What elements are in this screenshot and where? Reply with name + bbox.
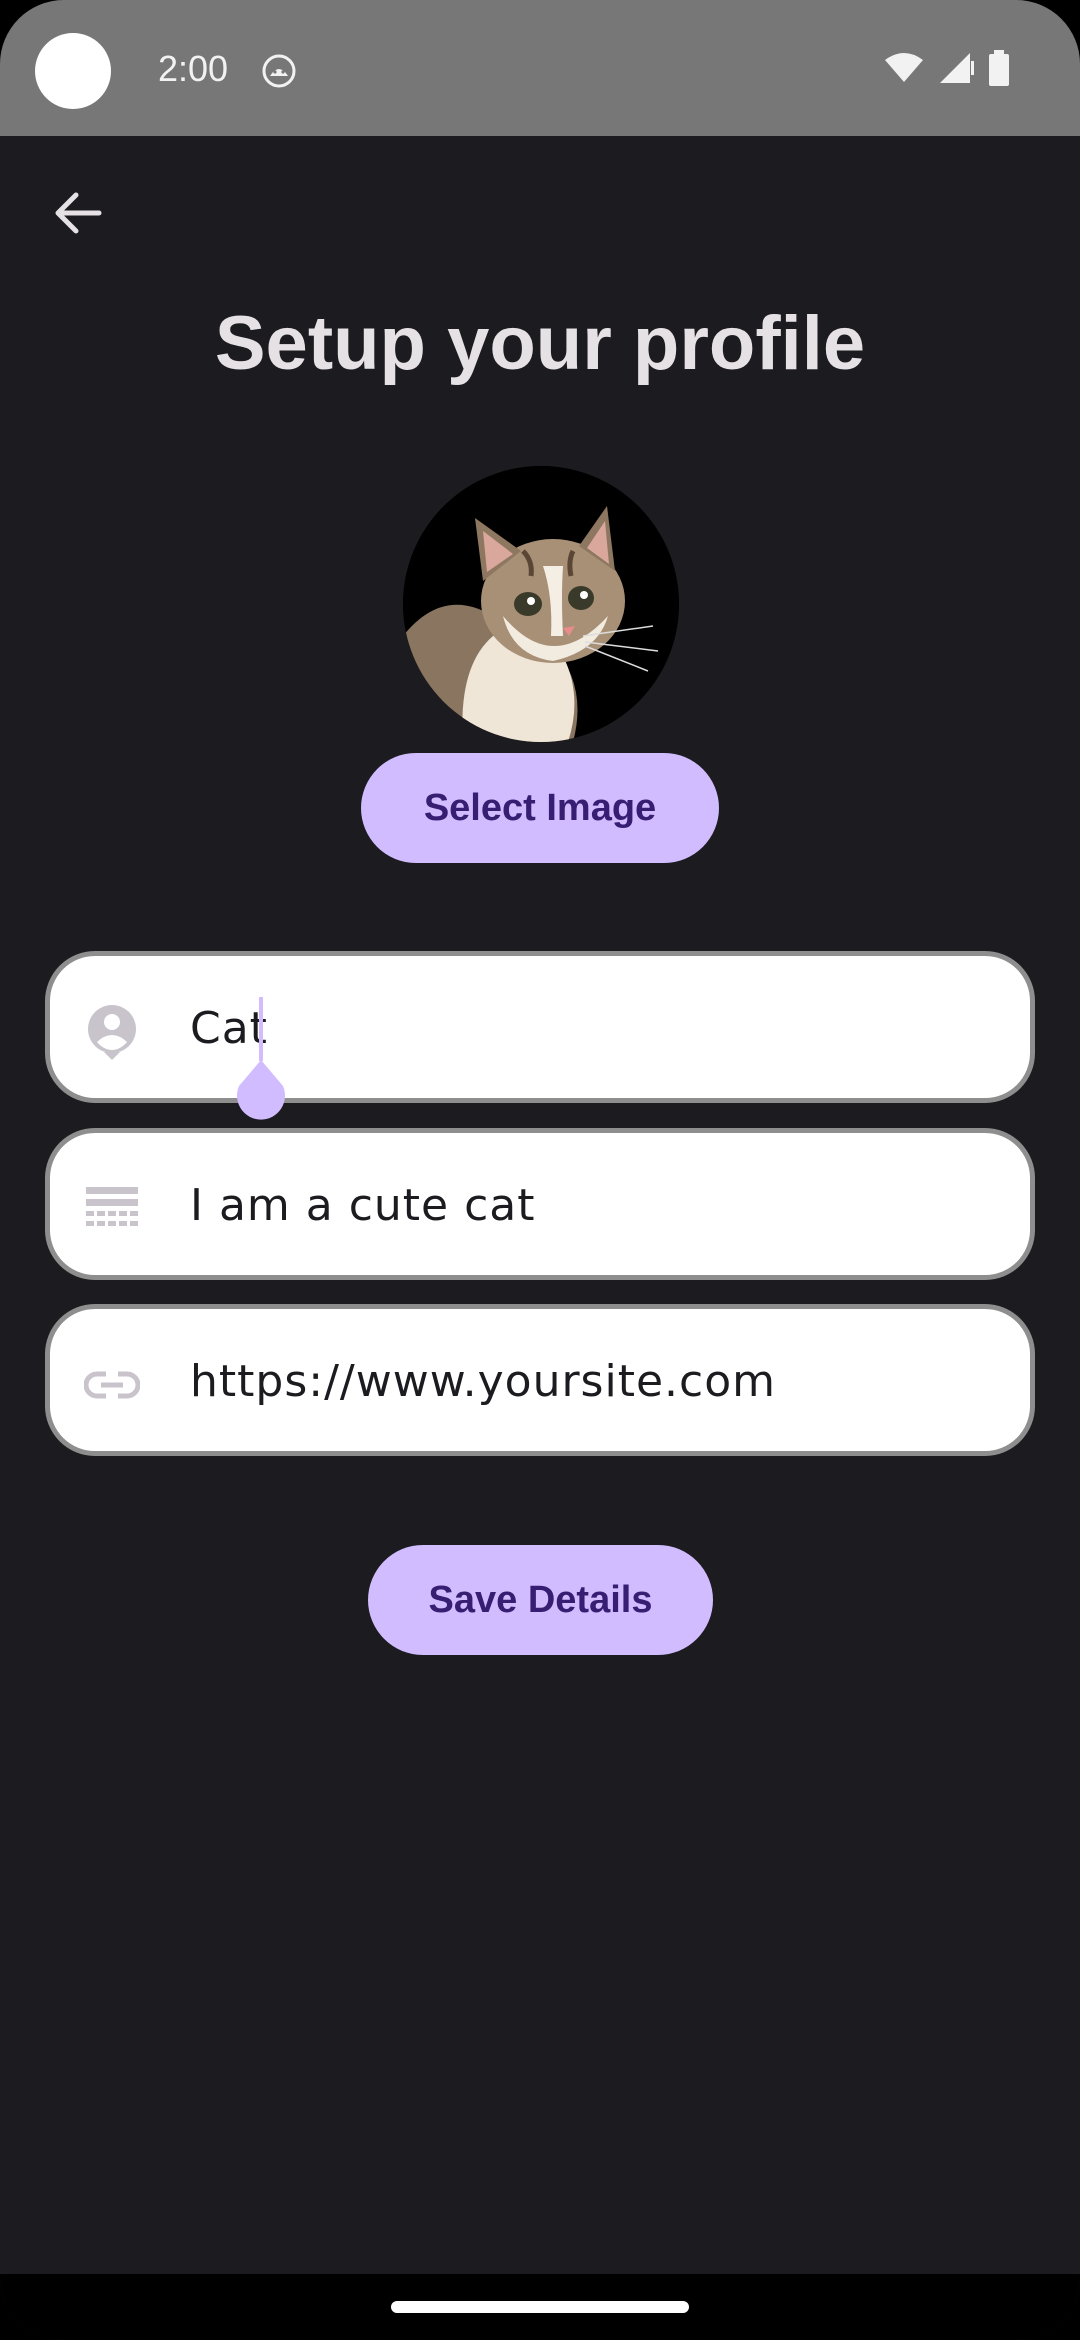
person-pin-icon (84, 1004, 140, 1060)
website-input[interactable] (190, 1341, 1010, 1421)
status-bar: 2:00 (0, 0, 1080, 136)
link-icon (84, 1357, 140, 1413)
arrow-back-icon (52, 191, 102, 240)
android-head-icon (262, 54, 296, 88)
notes-icon (84, 1181, 140, 1237)
name-input[interactable] (190, 988, 1010, 1068)
status-time: 2:00 (158, 48, 229, 89)
signal-icon (938, 51, 974, 90)
page-title: Setup your profile (214, 301, 866, 386)
battery-icon (988, 49, 1010, 91)
text-cursor (259, 997, 263, 1061)
select-image-button[interactable]: Select Image (361, 753, 719, 863)
name-field[interactable] (45, 951, 1035, 1103)
cat-photo (403, 466, 679, 742)
cursor-handle[interactable] (233, 1060, 289, 1124)
home-indicator[interactable] (391, 2301, 689, 2313)
phone-screen: 2:00 Setup your profile Select Image Cat… (0, 0, 1080, 2340)
avatar (403, 466, 679, 742)
status-icons (884, 49, 1010, 91)
save-details-button[interactable]: Save Details (368, 1545, 713, 1655)
website-field[interactable] (45, 1304, 1035, 1456)
bio-field[interactable] (45, 1128, 1035, 1280)
back-button[interactable] (40, 178, 114, 252)
camera-cutout (35, 33, 111, 109)
wifi-icon (884, 52, 924, 89)
bio-input[interactable] (190, 1165, 1010, 1245)
